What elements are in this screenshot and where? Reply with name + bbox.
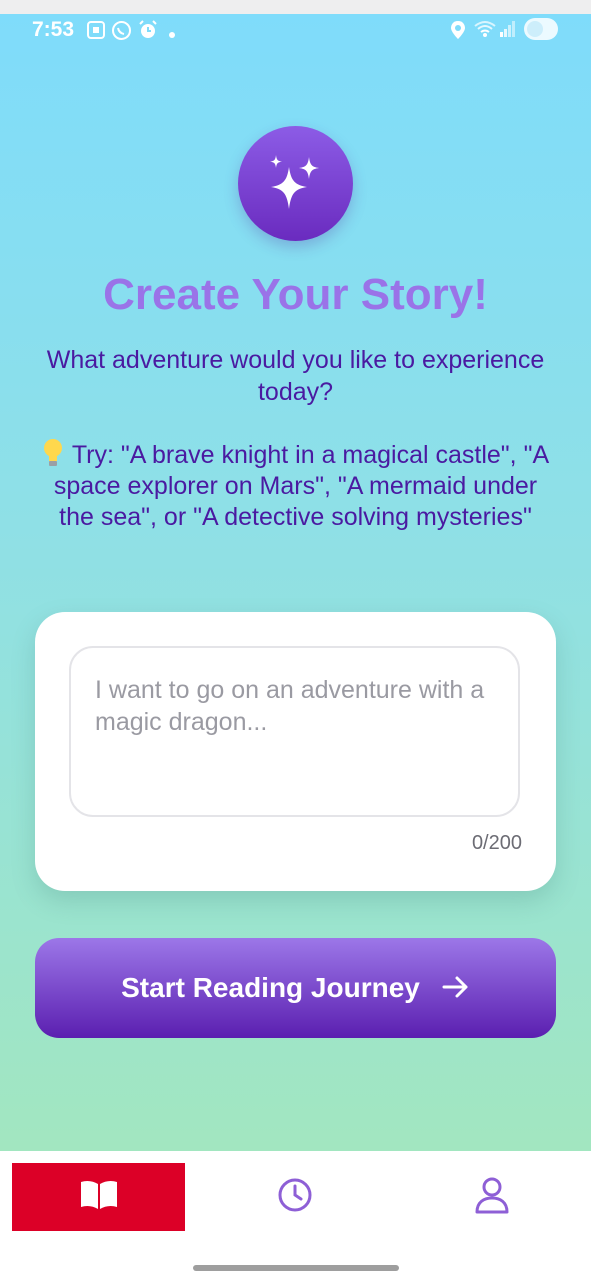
sparkles-badge <box>238 126 353 241</box>
arrow-right-icon <box>442 975 470 1002</box>
nav-item-stories[interactable] <box>12 1163 185 1231</box>
status-bar: 7:53 <box>0 14 591 48</box>
page-title: Create Your Story! <box>103 270 488 319</box>
lightbulb-icon <box>42 438 64 468</box>
nav-item-profile[interactable] <box>440 1163 544 1231</box>
wifi-icon <box>474 20 496 43</box>
alarm-icon <box>138 20 158 45</box>
char-counter: 0/200 <box>471 832 522 854</box>
battery-icon <box>524 18 558 40</box>
status-time: 7:53 <box>32 18 75 41</box>
location-icon <box>450 20 466 45</box>
home-indicator[interactable] <box>193 1265 399 1271</box>
dot-icon <box>168 26 176 44</box>
start-reading-button[interactable]: Start Reading Journey <box>35 938 556 1038</box>
screenshot-icon <box>86 20 106 45</box>
story-input-card: 0/200 <box>35 612 556 891</box>
whatsapp-icon <box>111 20 132 46</box>
story-input[interactable] <box>69 646 520 817</box>
top-strip <box>0 0 591 14</box>
tip-text: Try: "A brave knight in a magical castle… <box>53 441 550 531</box>
start-button-label: Start Reading Journey <box>121 972 420 1003</box>
clock-icon <box>277 1177 313 1218</box>
user-icon <box>474 1176 510 1219</box>
book-icon <box>79 1179 119 1216</box>
bottom-nav <box>0 1151 591 1280</box>
signal-icon <box>499 20 517 43</box>
nav-item-history[interactable] <box>240 1163 350 1231</box>
tip-text-block: Try: "A brave knight in a magical castle… <box>40 438 551 533</box>
subtitle: What adventure would you like to experie… <box>46 346 545 406</box>
